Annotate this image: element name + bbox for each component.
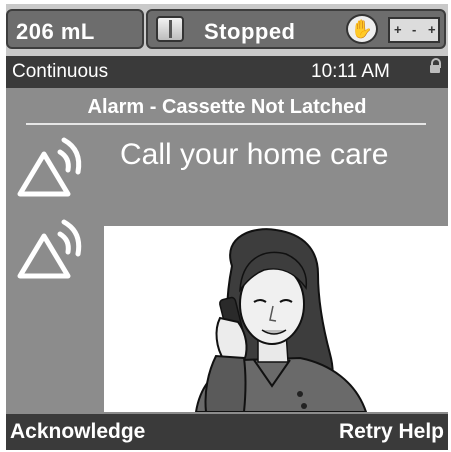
cassette-icon xyxy=(156,16,184,42)
battery-symbol: + xyxy=(428,22,436,37)
pump-status-display: Stopped ✋ + - + xyxy=(146,9,446,49)
lock-icon xyxy=(430,58,441,73)
woman-on-phone-image xyxy=(194,228,368,412)
clock: 10:11 AM xyxy=(311,61,390,82)
caller-illustration xyxy=(104,226,448,412)
divider xyxy=(26,123,426,125)
hand-stop-icon: ✋ xyxy=(346,14,378,44)
retry-help-softkey[interactable]: Retry Help xyxy=(339,420,444,444)
acknowledge-softkey[interactable]: Acknowledge xyxy=(10,420,145,444)
volume-value: 206 mL xyxy=(16,19,95,44)
alarm-title: Alarm - Cassette Not Latched xyxy=(87,96,367,118)
alarm-message: Call your home care xyxy=(120,138,389,171)
info-bar: Continuous 10:11 AM xyxy=(6,56,448,88)
battery-icon: + - + xyxy=(388,17,440,43)
battery-symbol: - xyxy=(412,22,417,37)
alarm-triangle-icon xyxy=(17,219,82,279)
battery-symbol: + xyxy=(394,22,402,37)
alarm-triangle-icon xyxy=(17,137,82,197)
delivery-mode: Continuous xyxy=(12,61,109,82)
volume-display: 206 mL xyxy=(6,9,144,49)
softkey-bar: Acknowledge Retry Help xyxy=(6,414,448,450)
pump-screen: 206 mL Stopped ✋ + - + Continuous 10:11 … xyxy=(6,4,448,450)
pump-status: Stopped xyxy=(204,19,296,44)
status-bar: 206 mL Stopped ✋ + - + xyxy=(6,4,448,56)
